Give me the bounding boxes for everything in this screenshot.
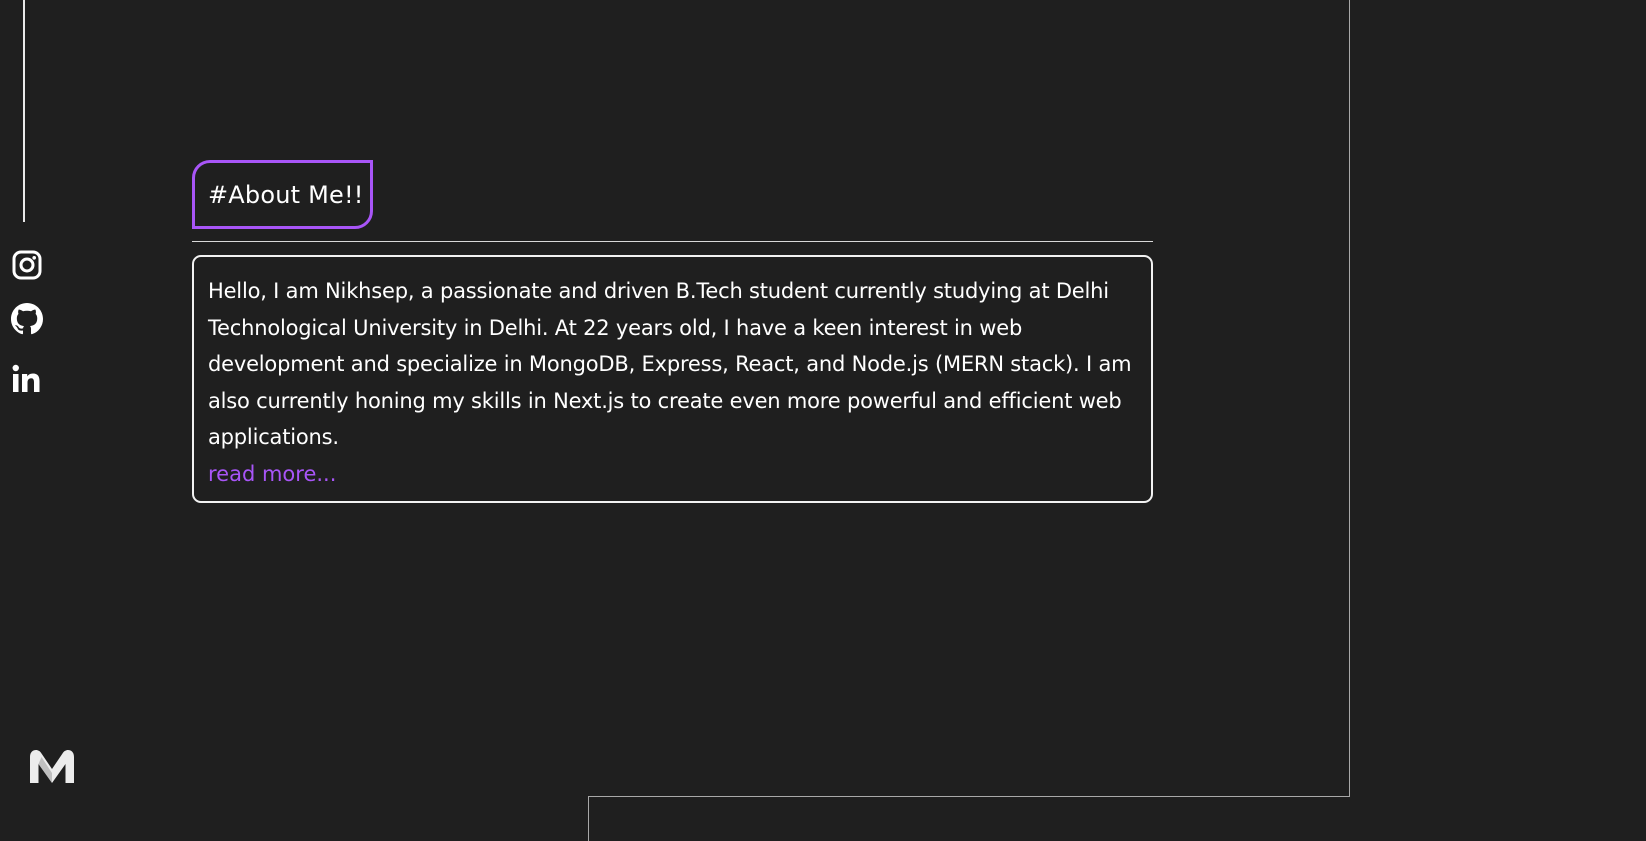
m-logo-graphic xyxy=(30,750,74,783)
about-heading-text: #About Me!! xyxy=(208,180,364,209)
about-heading: #About Me!! xyxy=(192,160,373,229)
linkedin-icon-graphic xyxy=(12,364,40,392)
github-icon-graphic xyxy=(11,303,43,335)
github-icon[interactable] xyxy=(11,303,43,335)
right-frame-line xyxy=(1349,0,1350,797)
about-card: Hello, I am Nikhsep, a passionate and dr… xyxy=(192,255,1153,503)
m-logo-icon[interactable] xyxy=(27,747,77,787)
about-divider xyxy=(192,241,1153,242)
bottom-frame-line xyxy=(588,796,1350,797)
left-decorative-line xyxy=(23,0,25,222)
bottom-frame-left-line xyxy=(588,796,589,841)
instagram-icon[interactable] xyxy=(11,249,43,281)
page: #About Me!! Hello, I am Nikhsep, a passi… xyxy=(0,0,1646,841)
instagram-icon-graphic xyxy=(12,250,42,280)
linkedin-icon[interactable] xyxy=(11,363,43,395)
read-more-link[interactable]: read more... xyxy=(208,456,336,492)
about-body-text: Hello, I am Nikhsep, a passionate and dr… xyxy=(208,279,1132,449)
